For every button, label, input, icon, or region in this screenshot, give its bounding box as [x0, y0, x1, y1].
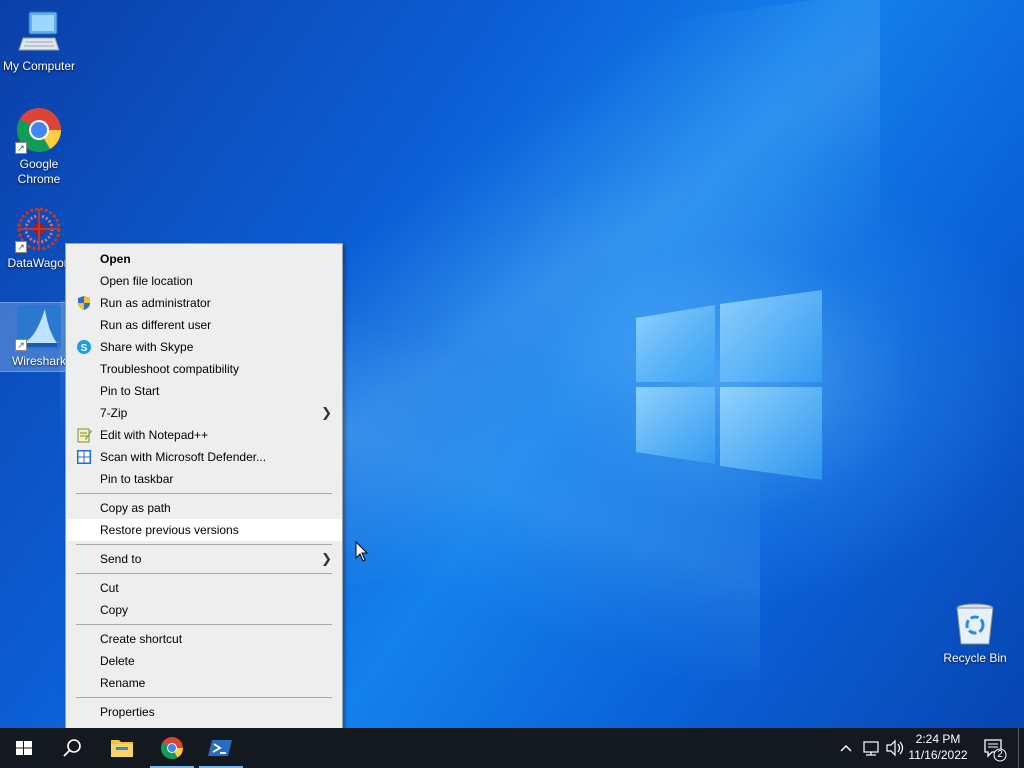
menu-item-label: Pin to taskbar [100, 472, 174, 486]
chevron-right-icon: ❯ [321, 405, 332, 420]
shortcut-arrow-icon: ↗ [15, 241, 27, 253]
menu-item-label: Restore previous versions [100, 523, 239, 537]
show-desktop-button[interactable] [1018, 728, 1024, 768]
shortcut-arrow-icon: ↗ [15, 142, 27, 154]
wireshark-icon: ↗ [15, 303, 63, 351]
context-menu: Open Open file location Run as administr… [65, 243, 343, 728]
menu-item-edit-with-notepadpp[interactable]: Edit with Notepad++ [66, 424, 342, 446]
menu-item-troubleshoot-compatibility[interactable]: Troubleshoot compatibility [66, 358, 342, 380]
menu-item-label: 7-Zip [100, 406, 128, 420]
menu-item-pin-to-taskbar[interactable]: Pin to taskbar [66, 468, 342, 490]
menu-item-label: Copy [100, 603, 129, 617]
menu-item-open[interactable]: Open [66, 248, 342, 270]
menu-item-label: Scan with Microsoft Defender... [100, 450, 267, 464]
clock[interactable]: 2:24 PM 11/16/2022 [900, 731, 976, 763]
desktop-icon-label: Recycle Bin [943, 651, 1007, 665]
chrome-icon [161, 737, 183, 759]
folder-icon [111, 740, 133, 757]
menu-item-send-to[interactable]: Send to ❯ [66, 548, 342, 570]
menu-item-label: Copy as path [100, 501, 171, 515]
menu-separator [76, 493, 332, 494]
menu-item-label: Create shortcut [100, 632, 183, 646]
menu-item-label: Run as administrator [100, 296, 211, 310]
menu-item-label: Cut [100, 581, 119, 595]
menu-separator [76, 697, 332, 698]
menu-item-rename[interactable]: Rename [66, 672, 342, 694]
clock-time: 2:24 PM [915, 732, 961, 746]
menu-item-open-file-location[interactable]: Open file location [66, 270, 342, 292]
menu-item-restore-previous-versions[interactable]: Restore previous versions [66, 519, 342, 541]
notepadpp-icon [77, 428, 92, 443]
menu-item-create-shortcut[interactable]: Create shortcut [66, 628, 342, 650]
menu-separator [76, 624, 332, 625]
menu-item-label: Run as different user [100, 318, 212, 332]
windows-start-icon [16, 741, 32, 755]
windows-logo-wallpaper [636, 290, 822, 480]
action-center-button[interactable]: 2 [980, 728, 1010, 768]
datawagon-icon: ↗ [15, 205, 63, 253]
search-icon [63, 739, 81, 757]
menu-item-properties[interactable]: Properties [66, 701, 342, 723]
powershell-taskbar-button[interactable] [197, 728, 245, 768]
menu-item-label: Properties [100, 705, 155, 719]
notification-count-badge: 2 [997, 749, 1003, 760]
skype-icon: S [77, 340, 91, 354]
desktop-icon-my-computer[interactable]: My Computer [0, 8, 78, 74]
chrome-icon: ↗ [15, 106, 63, 154]
menu-item-label: Edit with Notepad++ [100, 428, 209, 442]
menu-item-label: Share with Skype [100, 340, 194, 354]
menu-item-label: Send to [100, 552, 142, 566]
network-button[interactable] [860, 728, 884, 768]
notification-icon [984, 739, 1007, 762]
computer-icon [15, 8, 63, 56]
menu-item-pin-to-start[interactable]: Pin to Start [66, 380, 342, 402]
menu-item-copy-as-path[interactable]: Copy as path [66, 497, 342, 519]
menu-item-run-as-administrator[interactable]: Run as administrator [66, 292, 342, 314]
mouse-cursor-icon [355, 541, 369, 562]
desktop-icon-label: Google Chrome [17, 157, 61, 186]
desktop-icon-label: DataWagon [7, 256, 71, 270]
menu-separator [76, 544, 332, 545]
menu-item-label: Rename [100, 676, 146, 690]
shortcut-arrow-icon: ↗ [15, 339, 27, 351]
file-explorer-button[interactable] [98, 728, 146, 768]
menu-item-delete[interactable]: Delete [66, 650, 342, 672]
start-button[interactable] [0, 728, 48, 768]
menu-item-label: Troubleshoot compatibility [100, 362, 239, 376]
desktop-icon-recycle-bin[interactable]: Recycle Bin [936, 600, 1014, 666]
menu-item-scan-with-defender[interactable]: Scan with Microsoft Defender... [66, 446, 342, 468]
desktop-icon-label: My Computer [2, 59, 76, 73]
desktop[interactable]: My Computer ↗ Google Chrome ↗ DataWagon … [0, 0, 1024, 728]
chrome-taskbar-button[interactable] [148, 728, 196, 768]
powershell-icon [208, 740, 232, 756]
menu-item-copy[interactable]: Copy [66, 599, 342, 621]
uac-shield-icon [78, 296, 90, 310]
chevron-up-icon [840, 745, 852, 752]
network-icon [863, 741, 879, 756]
chevron-right-icon: ❯ [321, 551, 332, 566]
menu-item-label: Delete [100, 654, 135, 668]
recycle-bin-icon [951, 600, 999, 648]
desktop-icon-label: Wireshark [11, 354, 66, 368]
search-button[interactable] [48, 728, 96, 768]
menu-item-label: Pin to Start [100, 384, 160, 398]
menu-item-label: Open [100, 252, 131, 266]
menu-item-share-with-skype[interactable]: S Share with Skype [66, 336, 342, 358]
menu-item-run-as-different-user[interactable]: Run as different user [66, 314, 342, 336]
taskbar: 2:24 PM 11/16/2022 2 [0, 728, 1024, 768]
defender-icon [77, 450, 91, 464]
desktop-icon-google-chrome[interactable]: ↗ Google Chrome [0, 106, 78, 187]
menu-item-label: Open file location [100, 274, 193, 288]
menu-item-7-zip[interactable]: 7-Zip ❯ [66, 402, 342, 424]
tray-overflow-button[interactable] [836, 728, 856, 768]
clock-date: 11/16/2022 [908, 748, 968, 762]
menu-item-cut[interactable]: Cut [66, 577, 342, 599]
menu-separator [76, 573, 332, 574]
svg-text:S: S [81, 343, 88, 354]
